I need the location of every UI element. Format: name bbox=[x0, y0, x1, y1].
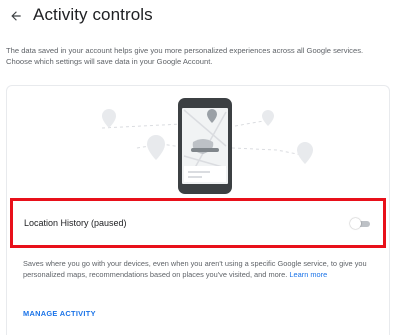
header: Activity controls bbox=[0, 0, 396, 34]
map-pin-icon bbox=[262, 110, 274, 126]
setting-label: Location History (paused) bbox=[24, 218, 127, 228]
location-illustration bbox=[101, 98, 313, 194]
page-title: Activity controls bbox=[33, 5, 153, 24]
activity-controls-page: Activity controls The data saved in your… bbox=[0, 0, 396, 335]
map-pin-icon bbox=[147, 135, 165, 160]
learn-more-link[interactable]: Learn more bbox=[289, 270, 327, 279]
map-pin-icon bbox=[297, 142, 313, 164]
intro-text: The data saved in your account helps giv… bbox=[6, 46, 364, 66]
location-history-setting[interactable]: Location History (paused) bbox=[10, 198, 386, 248]
phone-icon bbox=[178, 98, 232, 194]
map-pin-icon bbox=[102, 109, 116, 128]
location-history-toggle[interactable] bbox=[350, 218, 372, 230]
manage-activity-button[interactable]: MANAGE ACTIVITY bbox=[23, 309, 96, 318]
back-button[interactable] bbox=[6, 6, 26, 26]
setting-description: Saves where you go with your devices, ev… bbox=[23, 258, 368, 280]
toggle-knob bbox=[350, 218, 361, 229]
arrow-back-icon bbox=[11, 11, 21, 21]
